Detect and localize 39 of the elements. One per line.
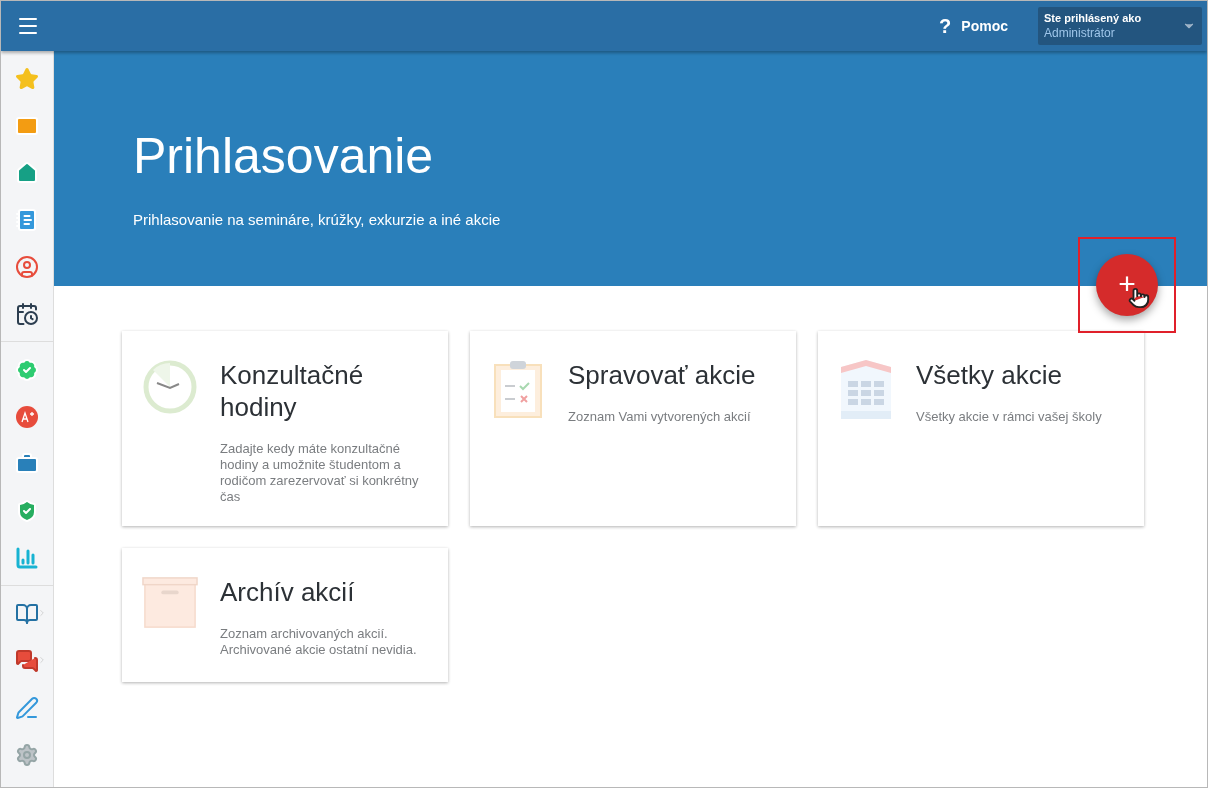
card-title: Konzultačné hodiny bbox=[220, 359, 365, 423]
notebook-icon bbox=[15, 207, 39, 232]
clipboard-icon bbox=[493, 359, 543, 419]
house-icon bbox=[15, 160, 39, 185]
chat-bubbles-icon bbox=[15, 648, 39, 673]
logged-in-caption: Ste prihlásený ako bbox=[1044, 12, 1143, 24]
pencil-icon bbox=[15, 695, 39, 720]
help-button[interactable]: ? Pomoc bbox=[935, 10, 1012, 42]
briefcase-icon bbox=[15, 451, 39, 476]
user-icon bbox=[15, 254, 39, 279]
chevron-icon bbox=[37, 655, 47, 665]
card-title: Archív akcií bbox=[220, 576, 356, 608]
page-title: Prihlasovanie bbox=[133, 127, 435, 185]
check-badge-icon bbox=[15, 357, 39, 382]
action-card[interactable]: Archív akcií Zoznam archivovaných akcií. Archivované akcie ostatní nevidia. bbox=[122, 548, 448, 682]
chevron-icon bbox=[37, 608, 47, 618]
page-subtitle: Prihlasovanie na semináre, krúžky, exkurzie a iné akcie bbox=[133, 211, 502, 228]
card-title: Všetky akcie bbox=[916, 359, 1063, 391]
grade-circle-icon bbox=[15, 404, 39, 429]
bar-chart-icon bbox=[15, 545, 39, 570]
action-card[interactable]: Všetky akcie Všetky akcie v rámci vašej školy bbox=[818, 331, 1144, 526]
archive-box-icon bbox=[142, 576, 198, 630]
user-dropdown[interactable]: Ste prihlásený ako Administrátor bbox=[1038, 7, 1202, 45]
building-icon bbox=[840, 359, 892, 419]
card-description: Všetky akcie v rámci vašej školy bbox=[916, 409, 1102, 425]
card-description: Zadajte kedy máte konzultačné hodiny a umožnite študentom a rodičom zarezervovať si konkrétny čas bbox=[220, 441, 420, 505]
settings-icon bbox=[15, 742, 39, 767]
card-title: Spravovať akcie bbox=[568, 359, 756, 391]
card-description: Zoznam archivovaných akcií. Archivované akcie ostatní nevidia. bbox=[220, 626, 418, 658]
menu-button[interactable] bbox=[1, 1, 54, 51]
user-name: Administrátor bbox=[1044, 26, 1116, 40]
action-card[interactable]: Konzultačné hodiny Zadajte kedy máte konzultačné hodiny a umožnite študentom a rodičom zarezervovať si konkrétny čas bbox=[122, 331, 448, 526]
star-icon bbox=[15, 66, 39, 91]
open-book-icon bbox=[15, 601, 39, 626]
clock-icon bbox=[142, 359, 198, 415]
shield-check-icon bbox=[15, 498, 39, 523]
action-card[interactable]: Spravovať akcie Zoznam Vami vytvorených akcií bbox=[470, 331, 796, 526]
calendar-icon bbox=[15, 301, 39, 326]
card-description: Zoznam Vami vytvorených akcií bbox=[568, 409, 752, 425]
